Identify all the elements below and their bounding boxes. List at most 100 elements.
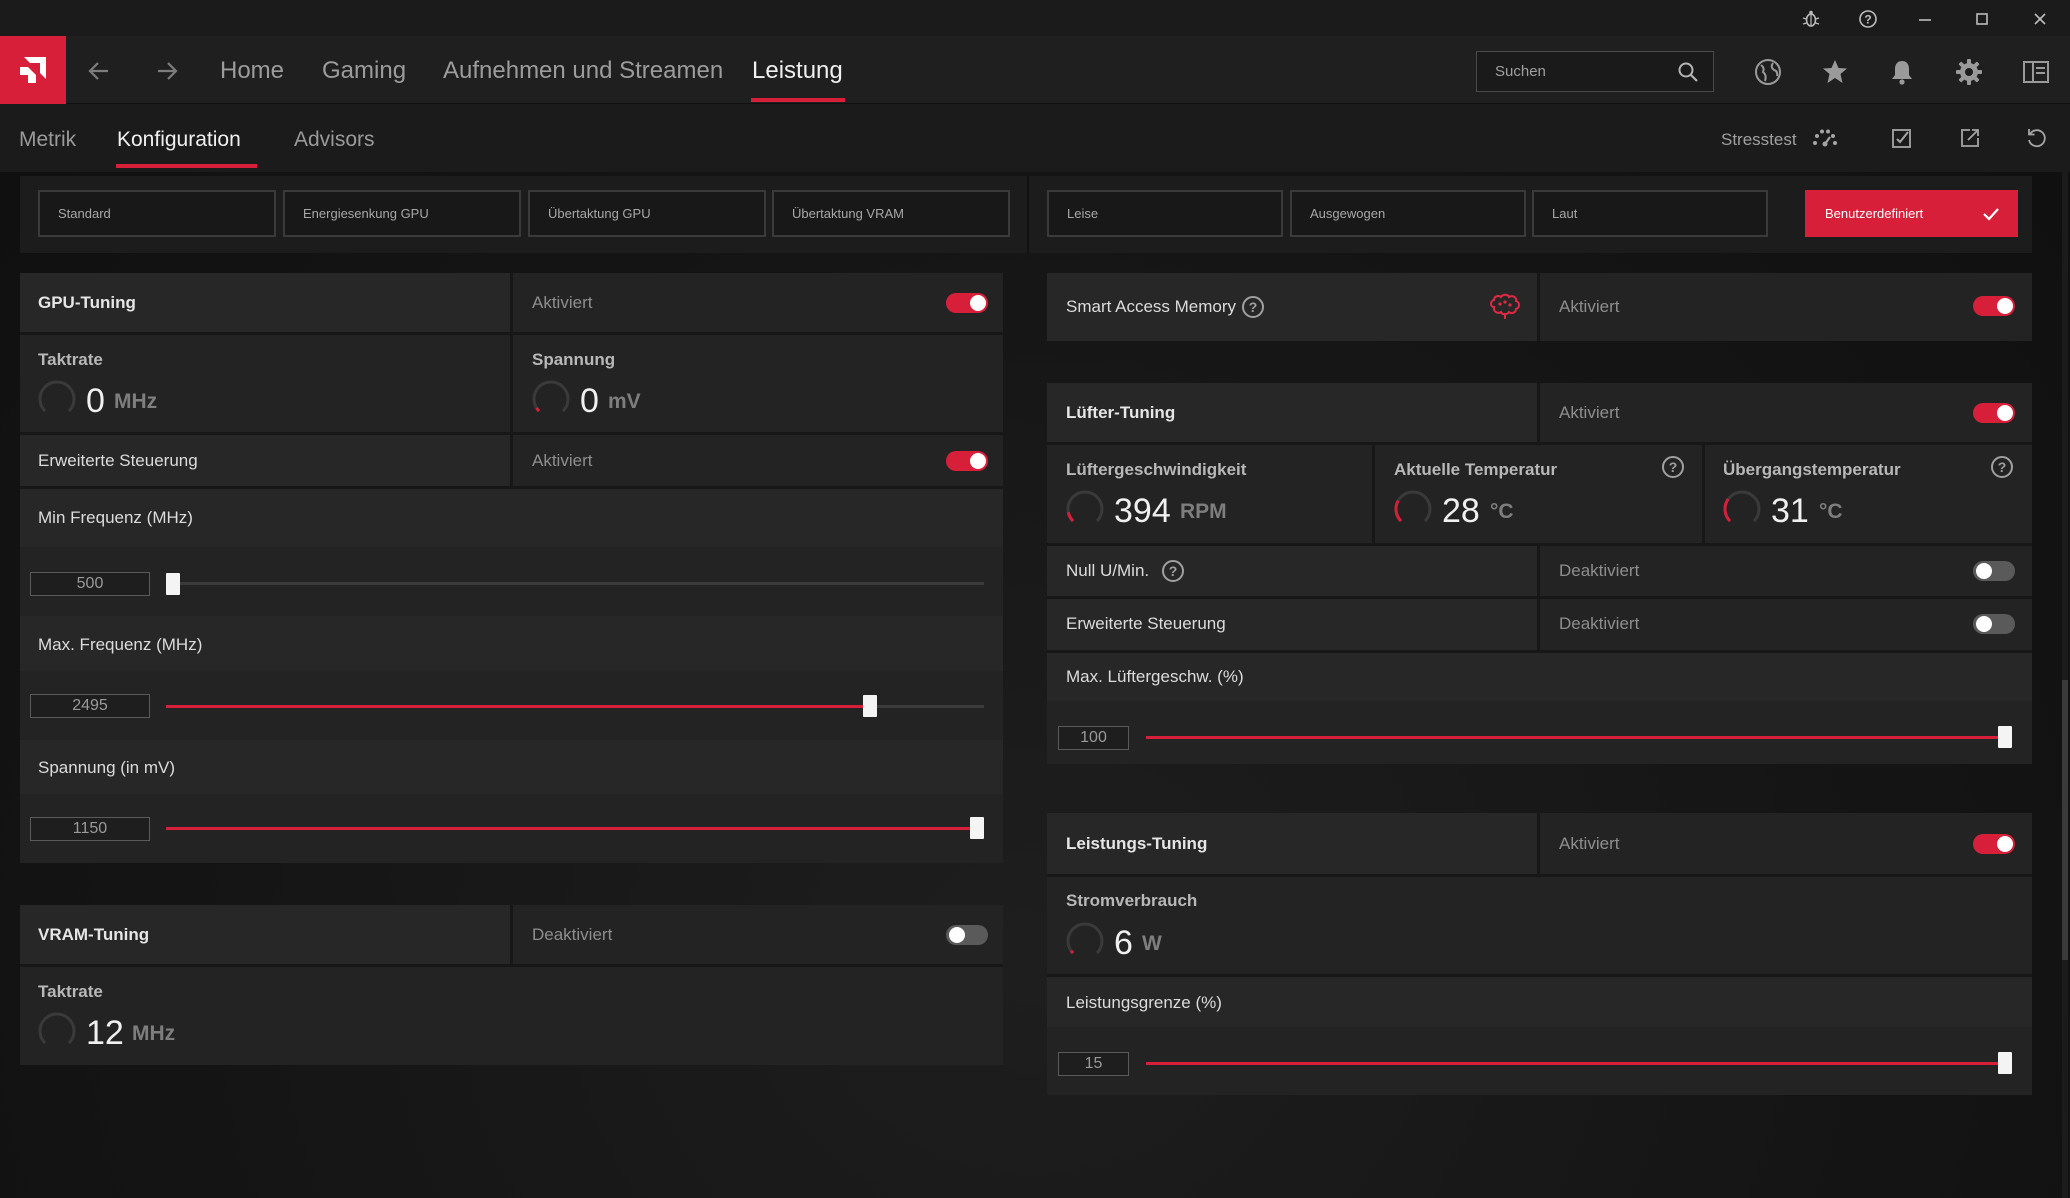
fan-speed-value: 394	[1114, 492, 1171, 530]
preset-custom[interactable]: Benutzerdefiniert	[1805, 190, 2018, 237]
maximize-icon[interactable]	[1971, 8, 1993, 30]
gpu-voltage-title: Spannung	[532, 350, 616, 369]
junction-temp-unit: °C	[1819, 500, 1843, 523]
power-limit-input[interactable]: 15	[1058, 1052, 1129, 1076]
current-temp-unit: °C	[1490, 500, 1514, 523]
junction-temp-title: Übergangstemperatur	[1723, 460, 1901, 479]
vram-tuning-toggle[interactable]	[946, 925, 988, 945]
fan-tuning-toggle[interactable]	[1973, 403, 2015, 423]
power-draw-gauge	[1064, 920, 1106, 962]
nav-home[interactable]: Home	[220, 57, 284, 85]
preset-quiet[interactable]: Leise	[1047, 190, 1283, 237]
gpu-col-divider	[510, 273, 513, 434]
sam-help-icon[interactable]: ?	[1242, 296, 1264, 318]
gpu-tuning-title: GPU-Tuning	[38, 293, 136, 312]
power-tuning-status: Aktiviert	[1559, 834, 1620, 853]
junction-temp-value: 31	[1771, 492, 1809, 530]
preset-divider	[1027, 176, 1029, 253]
bell-icon[interactable]	[1885, 55, 1919, 89]
gpu-voltage-gauge	[530, 378, 572, 420]
minimize-icon[interactable]	[1914, 8, 1936, 30]
stresstest-label[interactable]: Stresstest	[1721, 130, 1797, 150]
junction-temp-help-icon[interactable]: ?	[1991, 456, 2013, 478]
vram-clock-unit: MHz	[132, 1022, 176, 1045]
export-icon[interactable]	[1956, 124, 1984, 152]
fan-advanced-toggle[interactable]	[1973, 614, 2015, 634]
brain-icon	[1488, 293, 1522, 321]
vram-tuning-status: Deaktiviert	[532, 925, 613, 944]
preset-overclock-vram[interactable]: Übertaktung VRAM	[772, 190, 1010, 237]
row-divider	[1047, 874, 2032, 877]
tab-advisors[interactable]: Advisors	[294, 128, 375, 152]
preset-standard[interactable]: Standard	[38, 190, 276, 237]
search-box[interactable]: Suchen	[1476, 51, 1714, 92]
nav-active-underline	[751, 98, 845, 102]
nav-record-stream[interactable]: Aufnehmen und Streamen	[443, 57, 723, 85]
forward-arrow-icon[interactable]	[150, 54, 184, 88]
fan-speed-unit: RPM	[1180, 500, 1227, 523]
tab-konfiguration[interactable]: Konfiguration	[117, 128, 241, 152]
search-input[interactable]: Suchen	[1495, 63, 1546, 80]
max-fan-speed-label: Max. Lüftergeschw. (%)	[1066, 667, 1244, 686]
power-limit-slider-thumb[interactable]	[1998, 1052, 2012, 1074]
scrollbar-thumb[interactable]	[2062, 680, 2068, 960]
help-icon[interactable]: ?	[1857, 8, 1879, 30]
title-bar	[0, 0, 2070, 36]
fan-advanced-status: Deaktiviert	[1559, 614, 1640, 633]
tab-metrik[interactable]: Metrik	[19, 128, 76, 152]
max-freq-slider-thumb[interactable]	[863, 695, 877, 717]
min-freq-input[interactable]: 500	[30, 572, 150, 596]
back-arrow-icon[interactable]	[82, 54, 116, 88]
preset-balanced[interactable]: Ausgewogen	[1290, 190, 1526, 237]
sam-toggle[interactable]	[1973, 296, 2015, 316]
max-freq-input[interactable]: 2495	[30, 694, 150, 718]
min-freq-label: Min Frequenz (MHz)	[38, 508, 193, 527]
max-freq-label: Max. Frequenz (MHz)	[38, 635, 203, 654]
bug-icon[interactable]	[1800, 8, 1822, 30]
nav-performance[interactable]: Leistung	[752, 57, 843, 85]
power-draw-title: Stromverbrauch	[1066, 891, 1198, 910]
svg-text:?: ?	[1864, 13, 1871, 27]
preset-energy-saving-gpu[interactable]: Energiesenkung GPU	[283, 190, 521, 237]
current-temp-gauge	[1392, 488, 1434, 530]
zero-rpm-help-icon[interactable]: ?	[1162, 560, 1184, 582]
gauge-icon[interactable]	[1811, 124, 1839, 152]
checklist-icon[interactable]	[1888, 124, 1916, 152]
star-icon[interactable]	[1818, 55, 1852, 89]
amd-logo-icon[interactable]	[0, 36, 66, 104]
fan-col-divider	[1537, 383, 1540, 442]
fan-speed-title: Lüftergeschwindigkeit	[1066, 460, 1247, 479]
search-icon[interactable]	[1677, 61, 1699, 83]
app-window: ? Home Gaming Aufnehmen und Streamen Lei…	[0, 0, 2070, 1198]
current-temp-help-icon[interactable]: ?	[1662, 456, 1684, 478]
voltage-input[interactable]: 1150	[30, 817, 150, 841]
max-fan-speed-slider-thumb[interactable]	[1998, 726, 2012, 748]
min-freq-slider-thumb[interactable]	[166, 573, 180, 595]
reset-icon[interactable]	[2022, 124, 2050, 152]
power-draw-unit: W	[1142, 932, 1162, 955]
preset-overclock-gpu[interactable]: Übertaktung GPU	[528, 190, 766, 237]
fan-metric-divider	[1702, 445, 1705, 543]
globe-icon[interactable]	[1751, 55, 1785, 89]
gear-icon[interactable]	[1952, 55, 1986, 89]
max-fan-speed-input[interactable]: 100	[1058, 726, 1129, 750]
current-temp-value: 28	[1442, 492, 1480, 530]
power-limit-fill	[1146, 1062, 2005, 1065]
max-fan-speed-fill	[1146, 736, 2005, 739]
preset-loud[interactable]: Laut	[1532, 190, 1768, 237]
row-divider	[1047, 442, 2032, 445]
power-tuning-toggle[interactable]	[1973, 834, 2015, 854]
close-icon[interactable]	[2029, 8, 2051, 30]
gpu-advanced-toggle[interactable]	[946, 451, 988, 471]
voltage-slider-label: Spannung (in mV)	[38, 758, 176, 777]
gpu-tuning-toggle[interactable]	[946, 293, 988, 313]
subnav-active-underline	[116, 164, 257, 168]
voltage-slider-thumb[interactable]	[970, 817, 984, 839]
sam-label: Smart Access Memory	[1066, 297, 1237, 316]
power-limit-label: Leistungsgrenze (%)	[1066, 993, 1222, 1012]
vram-col-divider	[510, 905, 513, 964]
nav-gaming[interactable]: Gaming	[322, 57, 406, 85]
zero-rpm-toggle[interactable]	[1973, 561, 2015, 581]
min-freq-track[interactable]	[166, 582, 984, 585]
sidebar-icon[interactable]	[2019, 55, 2053, 89]
